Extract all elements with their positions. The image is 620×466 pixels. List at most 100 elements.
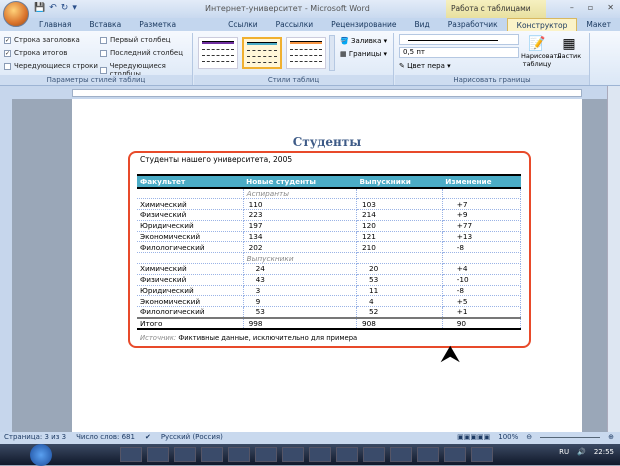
draw-table-icon: 📝 bbox=[528, 36, 546, 52]
tab-1[interactable]: Вставка bbox=[80, 18, 130, 31]
zoom-out-icon[interactable]: ⊖ bbox=[526, 433, 532, 441]
option-checkbox[interactable]: Последний столбец bbox=[100, 49, 183, 57]
table-styles-group: 🪣 Заливка ▾ ▦ Границы ▾ Стили таблиц bbox=[194, 33, 394, 85]
taskbar-item[interactable] bbox=[336, 447, 358, 462]
option-checkbox[interactable]: Первый столбец bbox=[100, 36, 171, 44]
taskbar-item[interactable] bbox=[228, 447, 250, 462]
fill-label: Заливка bbox=[350, 37, 382, 45]
mouse-cursor-icon: ⮝ bbox=[440, 340, 461, 368]
word-count[interactable]: Число слов: 681 bbox=[76, 433, 135, 443]
checkbox[interactable]: ✓ bbox=[4, 36, 11, 44]
taskbar-item[interactable] bbox=[309, 447, 331, 462]
taskbar-item[interactable] bbox=[201, 447, 223, 462]
tab-4[interactable]: Рассылки bbox=[267, 18, 323, 31]
table-cell: 20 bbox=[356, 263, 443, 275]
customize-icon[interactable]: ▾ bbox=[72, 3, 77, 13]
office-button[interactable] bbox=[3, 1, 29, 27]
tab-7[interactable]: Разработчик bbox=[439, 18, 507, 31]
taskbar-item[interactable] bbox=[417, 447, 439, 462]
table-cell: -8 bbox=[442, 285, 522, 297]
table-cell bbox=[442, 188, 522, 200]
taskbar-item[interactable] bbox=[471, 447, 493, 462]
taskbar-item[interactable] bbox=[255, 447, 277, 462]
checkbox[interactable]: ✓ bbox=[4, 49, 11, 57]
checkbox[interactable] bbox=[100, 36, 107, 44]
eraser-button[interactable]: ▦ Ластик bbox=[555, 36, 583, 60]
checkbox[interactable] bbox=[4, 62, 11, 70]
eraser-label: Ластик bbox=[556, 52, 582, 60]
tab-6[interactable]: Вид bbox=[406, 18, 439, 31]
page-indicator[interactable]: Страница: 3 из 3 bbox=[4, 433, 66, 443]
table-cell bbox=[137, 252, 244, 265]
checkbox[interactable] bbox=[100, 49, 107, 57]
taskbar-item[interactable] bbox=[147, 447, 169, 462]
section-row: Выпускники bbox=[137, 252, 522, 265]
taskbar-item[interactable] bbox=[390, 447, 412, 462]
redo-icon[interactable]: ↻ bbox=[61, 3, 69, 13]
minimize-icon[interactable]: – bbox=[570, 3, 574, 12]
start-button[interactable] bbox=[30, 444, 52, 466]
taskbar-item[interactable] bbox=[282, 447, 304, 462]
taskbar-item[interactable] bbox=[444, 447, 466, 462]
borders-button[interactable]: ▦ Границы ▾ bbox=[340, 50, 387, 58]
zoom-slider[interactable] bbox=[540, 437, 601, 441]
view-buttons[interactable]: ▣▣▣▣▣ bbox=[457, 433, 490, 441]
table-cell bbox=[356, 252, 443, 265]
language-indicator[interactable]: Русский (Россия) bbox=[161, 433, 223, 443]
draw-borders-group: 0,5 пт ✎ Цвет пера ▾ 📝 Нарисовать таблицу… bbox=[395, 33, 590, 85]
volume-icon[interactable]: 🔊 bbox=[577, 448, 586, 456]
column-header: Факультет bbox=[137, 174, 244, 189]
table-cell: 52 bbox=[356, 306, 443, 319]
table-cell: 103 bbox=[356, 198, 443, 211]
line-weight-select[interactable]: 0,5 пт bbox=[399, 47, 519, 58]
vertical-ruler[interactable] bbox=[0, 99, 12, 432]
taskbar-item[interactable] bbox=[174, 447, 196, 462]
tab-3[interactable]: Ссылки bbox=[219, 18, 266, 31]
tab-8[interactable]: Конструктор bbox=[506, 18, 578, 31]
proofing-icon[interactable]: ✔ bbox=[145, 433, 151, 443]
line-style-select[interactable] bbox=[399, 34, 519, 45]
tab-2[interactable]: Разметка страницы bbox=[130, 18, 219, 38]
ruler-scale bbox=[72, 89, 582, 97]
clock[interactable]: 22:55 bbox=[594, 448, 614, 456]
tab-9[interactable]: Макет bbox=[577, 18, 620, 31]
vertical-scrollbar[interactable] bbox=[607, 86, 620, 432]
table-cell: 120 bbox=[356, 220, 443, 232]
taskbar-item[interactable] bbox=[120, 447, 142, 462]
fill-button[interactable]: 🪣 Заливка ▾ bbox=[340, 37, 387, 45]
total-row: Итого 998 908 90 bbox=[137, 316, 522, 330]
line-weight-value: 0,5 пт bbox=[403, 48, 426, 56]
students-table[interactable]: Факультет Новые студенты Выпускники Изменен… bbox=[137, 174, 522, 330]
language-indicator[interactable]: RU bbox=[559, 448, 569, 456]
table-cell: 134 bbox=[243, 231, 357, 243]
table-style-swatch[interactable] bbox=[286, 37, 326, 69]
option-label: Последний столбец bbox=[110, 49, 183, 57]
zoom-level[interactable]: 100% bbox=[498, 433, 518, 441]
styles-scroll[interactable] bbox=[329, 35, 335, 71]
draw-table-button[interactable]: 📝 Нарисовать таблицу bbox=[521, 36, 561, 68]
tab-5[interactable]: Рецензирование bbox=[322, 18, 405, 31]
table-style-swatch[interactable] bbox=[242, 37, 282, 69]
table-cell: 210 bbox=[356, 241, 443, 254]
taskbar-item[interactable] bbox=[363, 447, 385, 462]
table-cell: 53 bbox=[243, 306, 357, 319]
table-row: Юридический 3 11 -8 bbox=[137, 285, 522, 297]
option-checkbox[interactable]: ✓ Строка итогов bbox=[4, 49, 67, 57]
undo-icon[interactable]: ↶ bbox=[49, 3, 57, 13]
option-checkbox[interactable]: ✓ Строка заголовка bbox=[4, 36, 80, 44]
table-cell: 53 bbox=[356, 274, 443, 286]
table-row: Юридический 197 120 +77 bbox=[137, 220, 522, 232]
table-style-swatch[interactable] bbox=[198, 37, 238, 69]
zoom-in-icon[interactable]: ⊕ bbox=[608, 433, 614, 441]
table-cell: Физический bbox=[137, 274, 244, 286]
checkbox[interactable] bbox=[100, 66, 107, 74]
option-checkbox[interactable]: Чередующиеся строки bbox=[4, 62, 98, 70]
tab-0[interactable]: Главная bbox=[30, 18, 80, 31]
table-cell: 197 bbox=[243, 220, 357, 232]
table-cell: 24 bbox=[243, 263, 357, 275]
maximize-icon[interactable]: ▫ bbox=[588, 3, 593, 12]
pen-color-button[interactable]: ✎ Цвет пера ▾ bbox=[399, 62, 451, 70]
save-icon[interactable]: 💾 bbox=[34, 3, 45, 13]
option-label: Строка заголовка bbox=[14, 36, 80, 44]
close-icon[interactable]: ✕ bbox=[607, 3, 614, 12]
